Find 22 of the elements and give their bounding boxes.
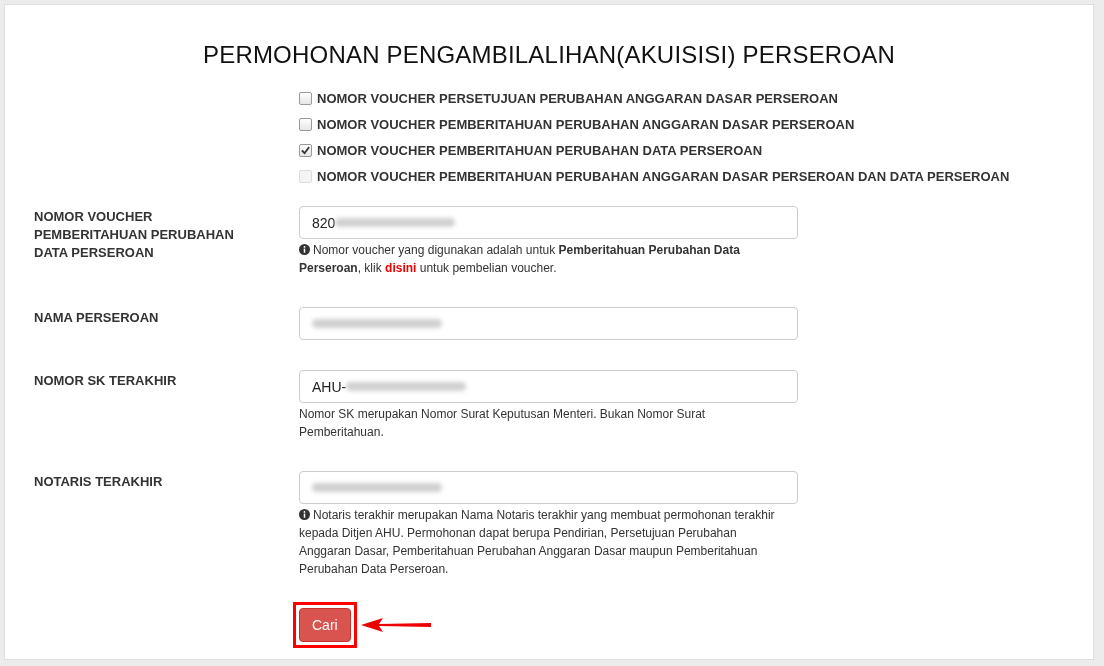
field-label: NOMOR SK TERAKHIR: [34, 372, 178, 390]
checkbox[interactable]: [299, 144, 312, 157]
input-field[interactable]: [299, 471, 798, 504]
checkbox-label: NOMOR VOUCHER PERSETUJUAN PERUBAHAN ANGGARAN DASAR PERSEROAN: [317, 91, 838, 106]
page-title: PERMOHONAN PENGAMBILALIHAN(AKUISISI) PERSEROAN: [202, 41, 896, 69]
field-label: NOMOR VOUCHER PEMBERITAHUAN PERUBAHAN DATA PERSEROAN: [34, 208, 235, 262]
input-field[interactable]: [299, 307, 798, 340]
checkbox-label: NOMOR VOUCHER PEMBERITAHUAN PERUBAHAN ANGGARAN DASAR PERSEROAN DAN DATA PERSEROAN: [317, 169, 1010, 184]
input-field[interactable]: AHU-: [299, 370, 798, 403]
checkbox-label: NOMOR VOUCHER PEMBERITAHUAN PERUBAHAN DATA PERSEROAN: [317, 143, 763, 158]
field-label: NAMA PERSEROAN: [34, 309, 160, 327]
help-text: Nomor SK merupakan Nomor Surat Keputusan Menteri. Bukan Nomor Surat Pemberitahuan.: [299, 406, 707, 441]
field-label: NOTARIS TERAKHIR: [34, 473, 164, 491]
checkbox[interactable]: [299, 92, 312, 105]
search-button[interactable]: Cari: [299, 608, 351, 642]
checkbox[interactable]: [299, 118, 312, 131]
arrow-icon: [360, 617, 433, 633]
input-field[interactable]: 820: [299, 206, 798, 239]
help-text: Nomor voucher yang digunakan adalah untuk Pemberitahuan Perubahan Data Perseroan, klik disini untuk pembelian voucher.: [299, 242, 741, 277]
purchase-link[interactable]: disini: [385, 261, 417, 275]
help-text: Notaris terakhir merupakan Nama Notaris terakhir yang membuat permohonan terakhir kepada Ditjen AHU. Permohonan dapat berupa Pendirian, Persetujuan Perubahan Anggaran Dasar, Pemberitahuan Perubahan Anggaran Dasar maupun Pemberitahuan Perubahan Data Perseroan.: [299, 507, 776, 578]
checkbox-label: NOMOR VOUCHER PEMBERITAHUAN PERUBAHAN ANGGARAN DASAR PERSEROAN: [317, 117, 855, 132]
